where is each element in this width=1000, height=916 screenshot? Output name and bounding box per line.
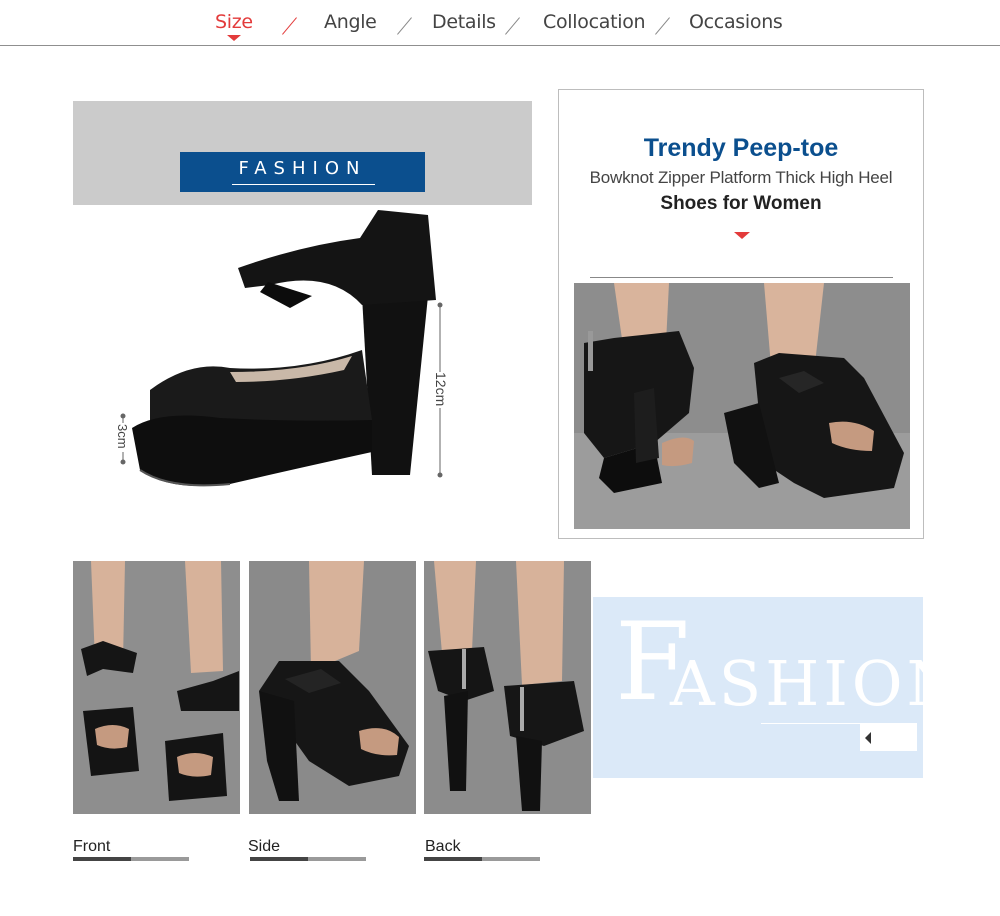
fashion-word: ASHION (670, 647, 923, 720)
divider (590, 277, 893, 278)
view-label-front: Front (73, 838, 111, 855)
view-progress-front (73, 857, 189, 861)
view-progress-fill (250, 857, 308, 861)
nav-separator (282, 17, 297, 35)
fashion-badge: FASHION (180, 152, 425, 192)
caret-down-icon (734, 232, 750, 239)
fashion-badge-text: FASHION (238, 158, 367, 179)
nav-separator (655, 17, 670, 35)
front-view-photo (73, 561, 240, 814)
model-wearing-shoes-photo (574, 283, 910, 529)
side-view-photo (249, 561, 416, 814)
arrow-left-icon (865, 732, 871, 744)
nav-tab-size[interactable]: Size (215, 11, 253, 33)
product-title: Trendy Peep-toe (643, 134, 839, 162)
fashion-tag[interactable] (860, 724, 917, 751)
nav-separator (505, 17, 520, 35)
top-navigation: Size Angle Details Collocation Occasions (0, 0, 1000, 46)
nav-tab-collocation[interactable]: Collocation (543, 11, 646, 33)
view-progress-fill (424, 857, 482, 861)
platform-height-label: 3cm (115, 424, 130, 449)
heel-height-label: 12cm (433, 372, 449, 406)
fashion-badge-underline (232, 184, 375, 185)
view-label-back: Back (425, 838, 461, 855)
product-headline-card: Trendy Peep-toe Bowknot Zipper Platform … (558, 89, 924, 539)
view-progress-fill (73, 857, 131, 861)
nav-tab-angle[interactable]: Angle (324, 11, 377, 33)
view-progress-side (250, 857, 366, 861)
fashion-decorative-panel: F ASHION (593, 597, 923, 778)
nav-active-caret-icon (227, 35, 241, 41)
nav-tab-details[interactable]: Details (432, 11, 496, 33)
product-subtitle: Bowknot Zipper Platform Thick High Heel (589, 168, 893, 187)
view-label-side: Side (248, 838, 281, 855)
nav-tab-occasions[interactable]: Occasions (689, 11, 783, 33)
back-view-photo (424, 561, 591, 814)
view-progress-back (424, 857, 540, 861)
shoe-size-diagram: 12cm 3cm (115, 210, 449, 487)
product-tagline: Shoes for Women (660, 193, 822, 214)
nav-separator (397, 17, 412, 35)
